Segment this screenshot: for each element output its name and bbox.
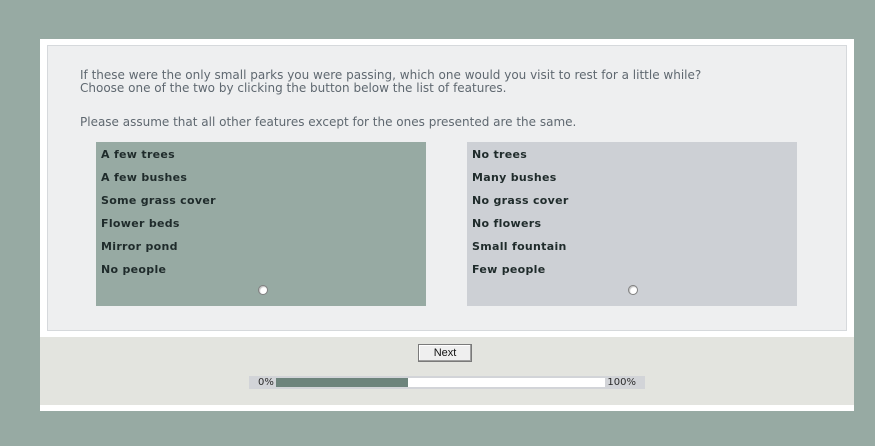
survey-frame: If these were the only small parks you w… [40, 39, 854, 411]
feature-item: Mirror pond [101, 240, 178, 253]
question-panel: If these were the only small parks you w… [47, 45, 847, 331]
progress-start-label: 0% [258, 377, 274, 388]
progress-fill [276, 378, 408, 387]
feature-item: A few trees [101, 148, 176, 161]
feature-item: Small fountain [472, 240, 567, 253]
question-text: If these were the only small parks you w… [80, 69, 820, 95]
navigation-area: Next 0% 100% [40, 337, 854, 405]
option-b-radio[interactable] [628, 285, 638, 295]
feature-item: No grass cover [472, 194, 569, 207]
next-button[interactable]: Next [418, 344, 472, 362]
progress-track [276, 378, 605, 387]
feature-item: No flowers [472, 217, 542, 230]
feature-item: Flower beds [101, 217, 180, 230]
progress-end-label: 100% [607, 377, 636, 388]
feature-item: Few people [472, 263, 546, 276]
feature-item: A few bushes [101, 171, 188, 184]
feature-item: Many bushes [472, 171, 557, 184]
feature-item: Some grass cover [101, 194, 216, 207]
assumption-note: Please assume that all other features ex… [80, 115, 577, 129]
option-b: No trees Many bushes No grass cover No f… [467, 142, 797, 306]
option-a: A few trees A few bushes Some grass cove… [96, 142, 426, 306]
feature-item: No trees [472, 148, 528, 161]
feature-item: No people [101, 263, 167, 276]
progress-bar: 0% 100% [249, 376, 645, 389]
option-a-radio[interactable] [258, 285, 268, 295]
question-line-2: Choose one of the two by clicking the bu… [80, 81, 507, 95]
